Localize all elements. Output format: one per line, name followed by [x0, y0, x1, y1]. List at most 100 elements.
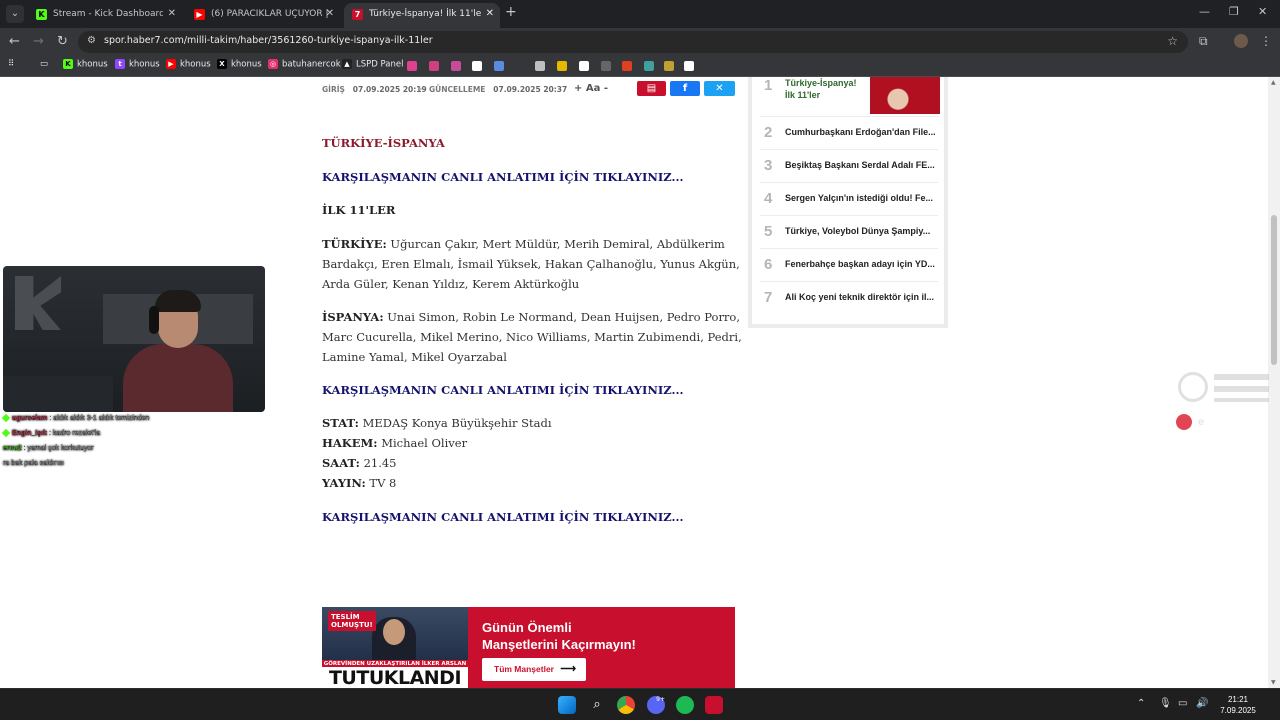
most-read-item[interactable]: 1 Türkiye-İspanya! İlk 11'ler	[760, 77, 940, 117]
volume-icon[interactable]: 🔊	[1196, 698, 1208, 709]
scroll-up-icon[interactable]: ▲	[1271, 79, 1276, 86]
bookmark-star-icon[interactable]: ☆	[1167, 34, 1178, 48]
address-bar[interactable]: ⚙ spor.haber7.com/milli-takim/haber/3561…	[78, 31, 1188, 53]
most-read-item[interactable]: 7 Ali Koç yeni teknik direktör için il...	[760, 282, 938, 315]
discord-icon[interactable]: 9+	[647, 696, 665, 714]
close-icon[interactable]: ✕	[486, 3, 494, 25]
menu-icon[interactable]: ⋮	[1260, 34, 1272, 48]
bookmark-shortcut-icon[interactable]	[622, 61, 632, 71]
chat-badge-icon	[1, 413, 11, 423]
profile-avatar[interactable]	[1234, 34, 1248, 48]
new-tab-icon[interactable]: +	[505, 4, 517, 20]
bookmark-kick[interactable]: Kkhonus	[63, 59, 108, 70]
most-read-thumbnail	[870, 77, 940, 114]
kick-icon: K	[63, 59, 73, 69]
reload-icon[interactable]: ↻	[57, 34, 68, 49]
bookmark-shortcut-icon[interactable]	[451, 61, 461, 71]
turkey-lineup: TÜRKİYE: Uğurcan Çakır, Mert Müldür, Mer…	[322, 237, 740, 291]
x-icon: ✕	[715, 83, 724, 94]
tab-title: (6) PARACIKLAR UÇUYOR | 5Sn	[211, 9, 329, 19]
restore-icon[interactable]: ❐	[1229, 5, 1239, 18]
bookmark-shortcut-icon[interactable]	[472, 61, 482, 71]
most-read-item[interactable]: 6 Fenerbahçe başkan adayı için YD...	[760, 249, 938, 282]
close-icon[interactable]: ✕	[168, 3, 176, 25]
bookmark-shortcut-icon[interactable]	[684, 61, 694, 71]
app-icon[interactable]	[705, 696, 723, 714]
chrome-icon[interactable]	[617, 696, 635, 714]
most-read-item[interactable]: 4 Sergen Yalçın'ın istediği oldu! Fe...	[760, 183, 938, 216]
font-size-control[interactable]: + Aa -	[574, 83, 608, 94]
search-icon[interactable]: ⌕	[588, 696, 606, 714]
bookmark-shortcut-icon[interactable]	[429, 61, 439, 71]
bookmark-shortcut-icon[interactable]	[557, 61, 567, 71]
meta-separator: •	[418, 85, 423, 94]
windows-start-icon[interactable]	[558, 696, 576, 714]
bookmark-shortcut-icon[interactable]	[579, 61, 589, 71]
back-icon[interactable]: ←	[9, 34, 20, 49]
live-commentary-link[interactable]: KARŞILAŞMANIN CANLI ANLATIMI İÇİN TIKLAY…	[322, 167, 742, 187]
live-commentary-link[interactable]: KARŞILAŞMANIN CANLI ANLATIMI İÇİN TIKLAY…	[322, 380, 742, 400]
x-share-button[interactable]: ✕	[704, 81, 735, 96]
browser-tab-bar: ⌄ K Stream - Kick Dashboard ✕ ▶ (6) PARACI…	[0, 0, 1280, 28]
close-window-icon[interactable]: ✕	[1258, 5, 1267, 18]
show-hidden-icons-chevron-icon[interactable]: ⌃	[1137, 698, 1145, 709]
site-info-icon[interactable]: ⚙	[87, 35, 96, 46]
tab-youtube-video[interactable]: ▶ (6) PARACIKLAR UÇUYOR | 5Sn ✕	[186, 3, 340, 28]
youtube-icon: ▶	[194, 8, 205, 20]
url-text[interactable]: spor.haber7.com/milli-takim/haber/356126…	[104, 35, 433, 46]
webcam-person-body	[123, 344, 233, 412]
tab-kick-dashboard[interactable]: K Stream - Kick Dashboard ✕	[28, 3, 182, 28]
most-read-item[interactable]: 3 Beşiktaş Başkanı Serdal Adalı FE...	[760, 150, 938, 183]
bookmark-shortcut-icon[interactable]	[664, 61, 674, 71]
scroll-down-icon[interactable]: ▼	[1271, 679, 1276, 686]
spotify-icon[interactable]	[676, 696, 694, 714]
extensions-icon[interactable]: ⧉	[1199, 34, 1208, 49]
microphone-icon[interactable]: 🎙	[1159, 698, 1172, 709]
bookmark-twitch[interactable]: t khonus	[115, 59, 160, 70]
promo-badge: TESLİM OLMUŞTU!	[328, 611, 376, 631]
chat-message: ra bak pala saldırısı	[3, 460, 65, 467]
bookmark-youtube[interactable]: ▶ khonus	[166, 59, 211, 70]
tab-search-chevron-icon[interactable]: ⌄	[6, 5, 24, 23]
tab-title: Stream - Kick Dashboard	[53, 9, 163, 19]
headlines-promo-banner[interactable]: TESLİM OLMUŞTU! GÖREVİNDEN UZAKLAŞTIRILAN…	[322, 607, 735, 688]
forward-icon[interactable]: →	[33, 34, 44, 49]
most-read-sidebar: 1 Türkiye-İspanya! İlk 11'ler 2 Cumhurbaşk…	[748, 77, 948, 328]
bookmark-instagram[interactable]: ◎ batuhanercok	[268, 59, 341, 70]
bookmark-shortcut-icon[interactable]	[601, 61, 611, 71]
x-icon: X	[217, 59, 227, 69]
bookmark-shortcut-icon[interactable]	[407, 61, 417, 71]
windows-taskbar: ⌕ 9+ ⌃ 🎙 ▭ 🔊 21:21 7.09.2025	[0, 688, 1280, 720]
most-read-item[interactable]: 2 Cumhurbaşkanı Erdoğan'dan File...	[760, 117, 938, 150]
network-icon[interactable]: ▭	[1178, 698, 1187, 709]
bookmark-shortcut-icon[interactable]	[644, 61, 654, 71]
live-commentary-link[interactable]: KARŞILAŞMANIN CANLI ANLATIMI İÇİN TIKLAY…	[322, 507, 742, 527]
comment-button[interactable]: ▤	[637, 81, 666, 96]
apps-grid-icon[interactable]: ⠿	[8, 59, 14, 69]
kick-logo-wall-icon	[15, 276, 61, 330]
article-meta-update: GÜNCELLEME 07.09.2025 20:37	[429, 85, 568, 94]
broadcast-info: YAYIN: TV 8	[322, 476, 397, 490]
bookmark-shortcut-icon[interactable]	[494, 61, 504, 71]
folder-icon[interactable]: ▭	[40, 59, 48, 69]
webcam-desk	[3, 376, 113, 412]
tab-haber7-article[interactable]: 7 Türkiye-İspanya! İlk 11'ler - Tür ✕	[344, 3, 500, 28]
minimize-icon[interactable]: —	[1199, 5, 1210, 18]
lspd-icon: ▲	[342, 59, 352, 69]
most-read-item[interactable]: 5 Türkiye, Voleybol Dünya Şampiy...	[760, 216, 938, 249]
lineups-title: İLK 11'LER	[322, 203, 396, 217]
scrollbar-thumb[interactable]	[1271, 215, 1277, 365]
bookmark-shortcut-icon[interactable]	[535, 61, 545, 71]
close-icon[interactable]: ✕	[326, 3, 334, 25]
article-heading: TÜRKİYE-İSPANYA	[322, 136, 445, 150]
system-clock[interactable]: 21:21 7.09.2025	[1216, 694, 1260, 716]
facebook-icon: f	[682, 83, 688, 94]
bookmark-x[interactable]: Xkhonus	[217, 59, 262, 70]
promo-face	[383, 619, 405, 645]
arrow-right-icon: ⟶	[560, 663, 576, 675]
bookmark-lspd-panel[interactable]: ▲ LSPD Panel	[342, 59, 403, 70]
all-headlines-button[interactable]: Tüm Manşetler ⟶	[482, 658, 586, 681]
promo-big-word: TUTUKLANDI	[322, 667, 468, 688]
headset-icon	[149, 306, 159, 334]
facebook-share-button[interactable]: f	[670, 81, 700, 96]
